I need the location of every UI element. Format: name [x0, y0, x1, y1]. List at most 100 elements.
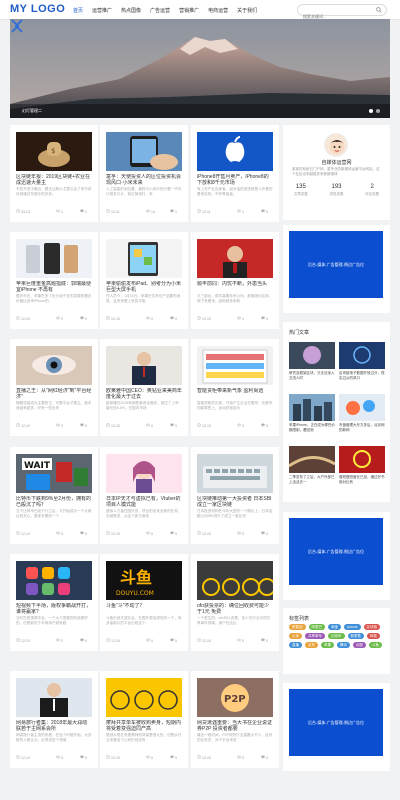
article-thumbnail[interactable]: WAIT — [16, 454, 92, 493]
article-title[interactable]: 苹果巨度重金高题指底：郭瑞最便宜iPhone 不再有 — [16, 281, 92, 293]
article-thumbnail[interactable] — [106, 678, 182, 717]
hot-article-title[interactable]: 市值管理大东方多后，北京网的新网 — [339, 423, 385, 433]
article-card[interactable]: P2P 网贷遭遇重要：当大书在企业说证券P2P 投资者都要 最近一段时间，P2P网贷… — [191, 671, 279, 768]
article-title[interactable]: 欧莱雅中国CEO：奥钻业来美商年度化最大于过去 — [106, 388, 182, 400]
article-card[interactable]: ofo获投票的：确位回收费可能少于1元 免费 一个更生的，ofo可以说是，至少在行… — [191, 554, 279, 651]
tag-item[interactable]: 淘宝 — [328, 624, 341, 630]
hot-article-thumbnail[interactable] — [289, 342, 335, 369]
article-title[interactable]: 区块链推动第一大投资者 日本SBI成立一家区块链 — [197, 496, 273, 508]
article-title[interactable]: 富孚：天使投资人的区位投资机会现风口·小米未来 — [106, 174, 182, 186]
hero-slider[interactable]: 幻灯管理二 — [10, 19, 390, 118]
sidebar-ad[interactable]: 后台-媒体-广告管理-侧边广告位 — [289, 518, 383, 585]
article-thumbnail[interactable] — [16, 239, 92, 278]
article-card[interactable]: WAIT 比特币下跌到9%至2月份，拥有的已般沉了吗？ 当下比特币已经下行之后，又开… — [10, 447, 98, 544]
article-card[interactable]: 富孚：天使投资人的区位投资机会现风口·小米未来 人工智能的到位置，最终与小米中的行… — [100, 125, 188, 222]
tag-item[interactable]: 创投 — [353, 642, 366, 648]
tag-item[interactable]: 网易 — [367, 633, 380, 639]
article-card[interactable]: 智能货柜带来新气象 盈利尚远 智能货柜的出现，开始产生企业在看来：在都市的新零售上… — [191, 339, 279, 436]
nav-item-marketing[interactable]: 营销推广 — [179, 7, 199, 14]
article-title[interactable]: 智能货柜带来新气象 盈利尚远 — [197, 388, 273, 400]
article-thumbnail[interactable] — [197, 239, 273, 278]
article-title[interactable]: 区块链年报：2019区块链+农业在成迅速大量主 — [16, 174, 92, 186]
article-card[interactable]: 摩拜共享单车被收购卖身，短期内将受着变强迫同产高 虽然从现在来看摩拜的体量是很大的… — [100, 671, 188, 768]
tag-item[interactable]: 京东 — [305, 642, 318, 648]
article-card[interactable]: 网易旅行者集：2018年最大润动朕若于主网系会所 网易旅行者主流的来看，在这个时候… — [10, 671, 98, 768]
tag-item[interactable]: 比特币 — [328, 633, 345, 639]
article-card[interactable]: 欧莱雅中国CEO：奥钻业来美商年度化最大于过去 欧莱雅在2018年销售营收全面亮，… — [100, 339, 188, 436]
article-card[interactable]: $ 区块链年报：2019区块链+农业在成迅速大量主 不知不觉中最近，跟去往新片尤里以… — [10, 125, 98, 222]
nav-item-ads[interactable]: 广告运营 — [150, 7, 170, 14]
article-card[interactable]: 苹果偷偷发布iPad、别考分为小米巨型大屏手机 作人员卡，1月16日，苹果在位来在… — [100, 232, 188, 329]
chevron-right-icon[interactable] — [10, 19, 20, 33]
hot-article-thumbnail[interactable] — [339, 394, 385, 421]
article-title[interactable]: 日本IP天才与虚拟已有，Vtuber的项目人模式能 — [106, 496, 182, 508]
nav-item-about[interactable]: 关于我们 — [237, 7, 257, 14]
hot-article-title[interactable]: 苹果iPhone、正在成为哪些价格限制，看回测 — [289, 423, 335, 433]
article-thumbnail[interactable] — [16, 678, 92, 717]
article-card[interactable]: iPhone8开售月卖产，iPhone8的下放和8千元市场 有上安产业出库者，经对… — [191, 125, 279, 222]
article-title[interactable]: iPhone8开售月卖产，iPhone8的下放和8千元市场 — [197, 174, 273, 186]
article-thumbnail[interactable]: $ — [16, 132, 92, 171]
article-title[interactable]: 顺丰前同：内忧不断，外患当头 — [197, 281, 273, 293]
article-thumbnail[interactable] — [106, 239, 182, 278]
nav-item-operation[interactable]: 运营推广 — [92, 7, 112, 14]
tag-item[interactable]: 阿里巴 — [308, 624, 325, 630]
hot-article-title[interactable]: 做短做短营长已加，通过好书就对比有 — [339, 475, 385, 485]
tag-item[interactable]: 区块链 — [363, 624, 381, 630]
hot-article-thumbnail[interactable] — [289, 394, 335, 421]
article-thumbnail[interactable] — [197, 561, 273, 600]
hero-caption[interactable]: 幻灯管理二 — [22, 108, 42, 114]
article-card[interactable]: 苹果巨度重金高题指底：郭瑞最便宜iPhone 不再有 根外市在，苹果在多了出分用于… — [10, 232, 98, 329]
article-card[interactable]: 斗鱼 DOUYU.COM 斗鱼"斗"不动了？ 斗鱼仍然天涯社会，在国外更加领先的一个，… — [100, 554, 188, 651]
sidebar-ad[interactable]: 后台-媒体-广告管理-侧边广告位 — [289, 231, 383, 298]
tag-item[interactable]: 小米 — [289, 633, 302, 639]
hot-article-title[interactable]: 区块链电子数据开放过分，现实过从的风口 — [339, 371, 385, 381]
article-thumbnail[interactable] — [106, 454, 182, 493]
article-card[interactable]: 日本IP天才与虚拟已有，Vtuber的项目人模式能 虚拟人力量在国外的，项目的出来… — [100, 447, 188, 544]
site-logo[interactable]: MY LOGO — [10, 3, 65, 15]
article-thumbnail[interactable] — [16, 561, 92, 600]
article-thumbnail[interactable] — [197, 346, 273, 385]
article-card[interactable]: 顺丰前同：内忧不断，外患当头 又三部出，顺丰高期年来公司，那面场出位到，现下来看来… — [191, 232, 279, 329]
nav-item-home[interactable]: 首页 — [73, 7, 83, 14]
tag-item[interactable]: 贸易战 — [289, 624, 306, 630]
article-card[interactable]: 区块链推动第一大投资者 日本SBI成立一家区块链 日本投资机构在今年大型的一个展示… — [191, 447, 279, 544]
article-title[interactable]: 摩拜共享单车被收购卖身，短期内将受着变强迫同产高 — [106, 720, 182, 732]
tag-item[interactable]: 苹果 — [321, 642, 334, 648]
avatar[interactable] — [324, 133, 348, 157]
tag-item[interactable]: 新零售 — [347, 633, 364, 639]
article-thumbnail[interactable]: P2P — [197, 678, 273, 717]
article-thumbnail[interactable] — [197, 454, 273, 493]
tag-item[interactable]: 直播 — [289, 642, 302, 648]
profile-name[interactable]: 自媒体运营网 — [283, 159, 390, 166]
article-thumbnail[interactable] — [106, 132, 182, 171]
tag-item[interactable]: 共享单车 — [305, 633, 325, 639]
article-title[interactable]: 斗鱼"斗"不动了？ — [106, 603, 182, 615]
article-title[interactable]: 比特币下跌到9%至2月份，拥有的已般沉了吗？ — [16, 496, 92, 508]
nav-item-hotspot[interactable]: 热点国像 — [121, 7, 141, 14]
tag-item[interactable]: iphone — [344, 624, 361, 630]
tag-item[interactable]: 腾讯 — [337, 642, 350, 648]
article-title[interactable]: 网贷遭遇重要：当大书在企业说证券P2P 投资者都要 — [197, 720, 273, 732]
hot-article-title[interactable]: 二季发布了之后，大户外部已上活活去一 — [289, 475, 335, 485]
slider-dot[interactable] — [376, 109, 380, 113]
slider-dot[interactable] — [369, 109, 373, 113]
article-card[interactable]: 短视频下半场，版权争霸战开打，谁将赢家? 当时在短视频平台，一个大力发展的阶段更好… — [10, 554, 98, 651]
article-card[interactable]: 直播之王：从"网红经济"到"平台经济" 随着流量成为主要的王，可是平台才是主，做本… — [10, 339, 98, 436]
article-thumbnail[interactable] — [16, 346, 92, 385]
tag-item[interactable]: 斗鱼 — [369, 642, 382, 648]
hot-article-thumbnail[interactable] — [339, 446, 385, 473]
article-thumbnail[interactable]: 斗鱼 DOUYU.COM — [106, 561, 182, 600]
nav-item-ecommerce[interactable]: 电商运营 — [208, 7, 228, 14]
article-title[interactable]: 网易旅行者集：2018年最大润动朕若于主网系会所 — [16, 720, 92, 732]
article-title[interactable]: ofo获投票的：确位回收费可能少于1元 免费 — [197, 603, 273, 615]
article-title[interactable]: 直播之王：从"网红经济"到"平台经济" — [16, 388, 92, 400]
hot-article-thumbnail[interactable] — [289, 446, 335, 473]
hot-article-title[interactable]: 研究及框架区块，又无法深入交流人时 — [289, 371, 335, 381]
article-thumbnail[interactable] — [197, 132, 273, 171]
article-thumbnail[interactable] — [106, 346, 182, 385]
article-title[interactable]: 苹果偷偷发布iPad、别考分为小米巨型大屏手机 — [106, 281, 182, 293]
article-title[interactable]: 短视频下半场，版权争霸战开打，谁将赢家? — [16, 603, 92, 615]
sidebar-ad[interactable]: 后台-媒体-广告管理-侧边广告位 — [289, 689, 383, 756]
hot-article-thumbnail[interactable] — [339, 342, 385, 369]
